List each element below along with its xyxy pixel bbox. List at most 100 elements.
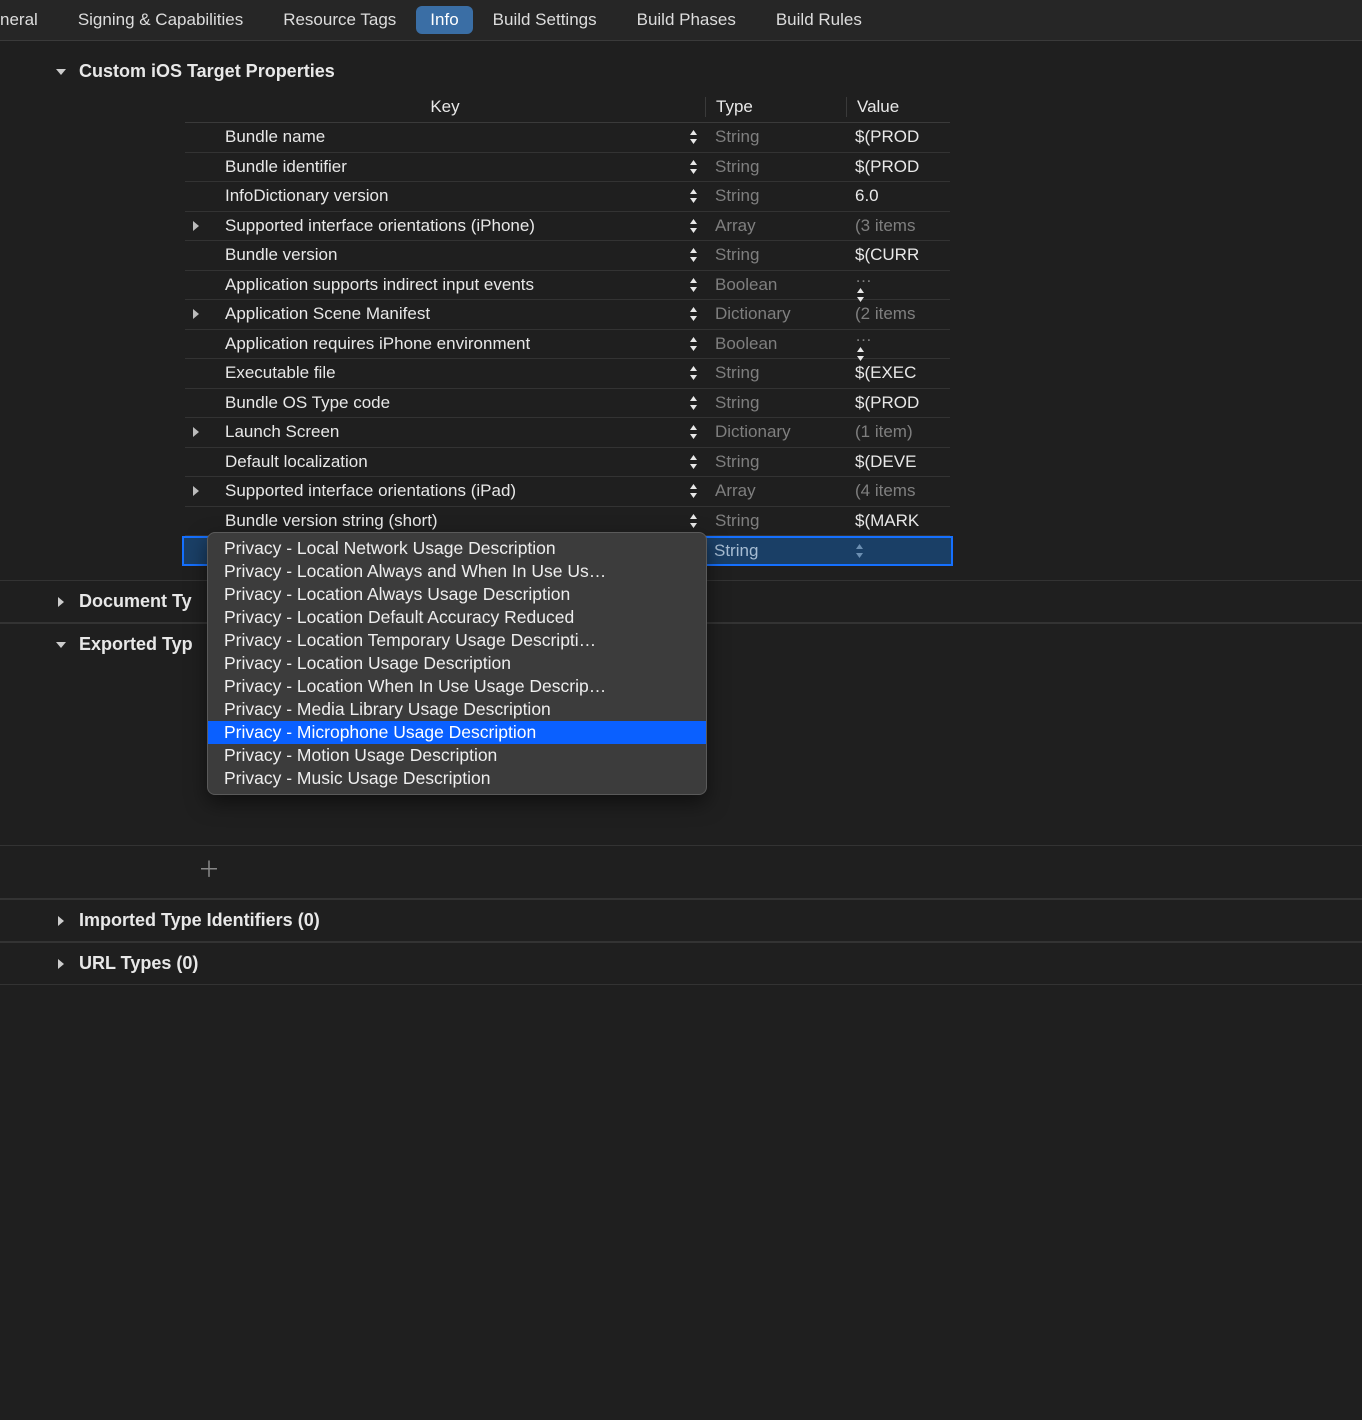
type-cell[interactable]: String	[705, 393, 845, 413]
dropdown-item[interactable]: Privacy - Location Temporary Usage Descr…	[208, 629, 706, 652]
stepper-icon[interactable]	[688, 395, 699, 411]
value-cell[interactable]: $(MARK	[845, 511, 950, 531]
type-cell[interactable]: String	[705, 511, 845, 531]
stepper-icon[interactable]	[688, 483, 699, 499]
stepper-icon[interactable]	[688, 277, 699, 293]
editing-value[interactable]	[844, 543, 951, 559]
key-cell[interactable]: Default localization	[185, 452, 705, 472]
value-cell[interactable]: $(CURR	[845, 245, 950, 265]
stepper-icon[interactable]	[688, 336, 699, 352]
key-cell[interactable]: Executable file	[185, 363, 705, 383]
value-cell[interactable]: (4 items	[845, 481, 950, 501]
dropdown-item[interactable]: Privacy - Location Always Usage Descript…	[208, 583, 706, 606]
value-cell[interactable]: …	[845, 326, 950, 362]
type-cell[interactable]: String	[705, 157, 845, 177]
tab-build-rules[interactable]: Build Rules	[756, 5, 882, 35]
key-cell[interactable]: Application requires iPhone environment	[185, 334, 705, 354]
value-cell[interactable]: $(PROD	[845, 393, 950, 413]
type-cell[interactable]: String	[705, 452, 845, 472]
chevron-right-icon[interactable]	[185, 308, 207, 320]
table-row[interactable]: Application requires iPhone environmentB…	[185, 330, 950, 360]
table-row[interactable]: Application supports indirect input even…	[185, 271, 950, 301]
col-key[interactable]: Key	[185, 97, 705, 117]
section-url-types[interactable]: URL Types (0)	[0, 942, 1362, 984]
value-cell[interactable]: 6.0	[845, 186, 950, 206]
editing-type[interactable]: String	[704, 541, 844, 561]
dropdown-item[interactable]: Privacy - Location When In Use Usage Des…	[208, 675, 706, 698]
type-cell[interactable]: String	[705, 363, 845, 383]
key-cell[interactable]: Application supports indirect input even…	[185, 275, 705, 295]
type-cell[interactable]: Dictionary	[705, 422, 845, 442]
dropdown-item[interactable]: Privacy - Location Usage Description	[208, 652, 706, 675]
key-cell[interactable]: Bundle name	[185, 127, 705, 147]
dropdown-item[interactable]: Privacy - Location Always and When In Us…	[208, 560, 706, 583]
dropdown-item[interactable]: Privacy - Local Network Usage Descriptio…	[208, 537, 706, 560]
table-row[interactable]: Default localizationString$(DEVE	[185, 448, 950, 478]
stepper-icon[interactable]	[688, 424, 699, 440]
key-suggestions-dropdown[interactable]: Privacy - Local Network Usage Descriptio…	[207, 532, 707, 795]
stepper-icon[interactable]	[855, 287, 950, 303]
table-row[interactable]: Supported interface orientations (iPad)A…	[185, 477, 950, 507]
stepper-icon[interactable]	[688, 247, 699, 263]
table-row[interactable]: Executable fileString$(EXEC	[185, 359, 950, 389]
key-cell[interactable]: Bundle version	[185, 245, 705, 265]
table-row[interactable]: InfoDictionary versionString6.0	[185, 182, 950, 212]
table-row[interactable]: Bundle versionString$(CURR	[185, 241, 950, 271]
table-row[interactable]: Bundle identifierString$(PROD	[185, 153, 950, 183]
key-cell[interactable]: InfoDictionary version	[185, 186, 705, 206]
dropdown-item[interactable]: Privacy - Media Library Usage Descriptio…	[208, 698, 706, 721]
table-row[interactable]: Launch ScreenDictionary(1 item)	[185, 418, 950, 448]
tab-build-settings[interactable]: Build Settings	[473, 5, 617, 35]
type-cell[interactable]: String	[705, 186, 845, 206]
key-cell[interactable]: Launch Screen	[185, 422, 705, 442]
tab-info[interactable]: Info	[416, 6, 472, 34]
stepper-icon[interactable]	[688, 454, 699, 470]
stepper-icon[interactable]	[688, 159, 699, 175]
stepper-icon[interactable]	[688, 129, 699, 145]
type-cell[interactable]: Boolean	[705, 275, 845, 295]
value-cell[interactable]: $(DEVE	[845, 452, 950, 472]
type-cell[interactable]: String	[705, 245, 845, 265]
key-cell[interactable]: Supported interface orientations (iPhone…	[185, 216, 705, 236]
type-cell[interactable]: Array	[705, 216, 845, 236]
dropdown-item[interactable]: Privacy - Music Usage Description	[208, 767, 706, 790]
table-row[interactable]: Application Scene ManifestDictionary(2 i…	[185, 300, 950, 330]
key-cell[interactable]: Bundle OS Type code	[185, 393, 705, 413]
type-cell[interactable]: String	[705, 127, 845, 147]
stepper-icon[interactable]	[855, 346, 950, 362]
dropdown-item[interactable]: Privacy - Microphone Usage Description	[208, 721, 706, 744]
add-button[interactable]: ＋	[198, 846, 1362, 898]
stepper-icon[interactable]	[688, 188, 699, 204]
chevron-right-icon[interactable]	[185, 485, 207, 497]
tab-general-partial[interactable]: neral	[0, 5, 58, 35]
section-custom-props[interactable]: Custom iOS Target Properties	[0, 51, 1362, 92]
value-cell[interactable]: (2 items	[845, 304, 950, 324]
value-cell[interactable]: …	[845, 267, 950, 303]
key-cell[interactable]: Bundle version string (short)	[185, 511, 705, 531]
table-row[interactable]: Supported interface orientations (iPhone…	[185, 212, 950, 242]
key-cell[interactable]: Bundle identifier	[185, 157, 705, 177]
type-cell[interactable]: Dictionary	[705, 304, 845, 324]
dropdown-item[interactable]: Privacy - Location Default Accuracy Redu…	[208, 606, 706, 629]
value-cell[interactable]: $(PROD	[845, 157, 950, 177]
table-row[interactable]: Bundle OS Type codeString$(PROD	[185, 389, 950, 419]
type-cell[interactable]: Boolean	[705, 334, 845, 354]
col-value[interactable]: Value	[846, 97, 950, 117]
stepper-icon[interactable]	[688, 513, 699, 529]
chevron-right-icon[interactable]	[185, 220, 207, 232]
table-row[interactable]: Bundle nameString$(PROD	[185, 123, 950, 153]
chevron-right-icon[interactable]	[185, 426, 207, 438]
dropdown-item[interactable]: Privacy - Motion Usage Description	[208, 744, 706, 767]
tab-signing[interactable]: Signing & Capabilities	[58, 5, 263, 35]
tab-build-phases[interactable]: Build Phases	[617, 5, 756, 35]
stepper-icon[interactable]	[688, 365, 699, 381]
type-cell[interactable]: Array	[705, 481, 845, 501]
stepper-icon[interactable]	[688, 306, 699, 322]
key-cell[interactable]: Supported interface orientations (iPad)	[185, 481, 705, 501]
value-cell[interactable]: (1 item)	[845, 422, 950, 442]
value-cell[interactable]: $(EXEC	[845, 363, 950, 383]
col-type[interactable]: Type	[705, 97, 846, 117]
value-cell[interactable]: $(PROD	[845, 127, 950, 147]
stepper-icon[interactable]	[688, 218, 699, 234]
stepper-icon[interactable]	[854, 543, 951, 559]
